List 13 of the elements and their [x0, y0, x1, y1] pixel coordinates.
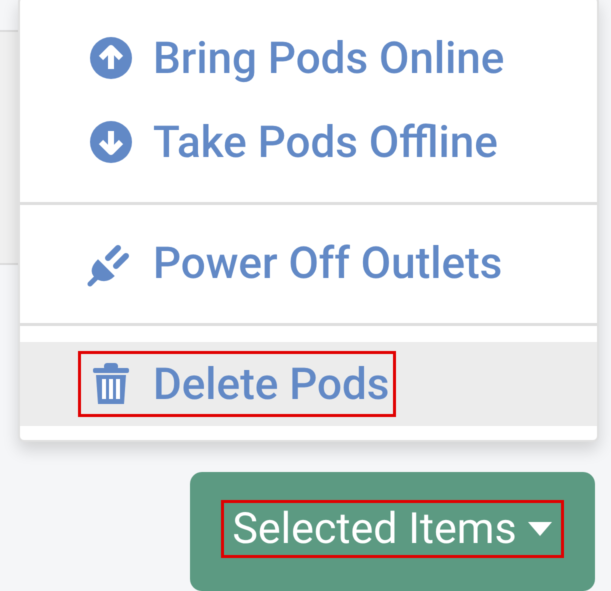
menu-item[interactable]: Delete Pods [20, 342, 597, 426]
menu-item-label: Take Pods Offline [153, 115, 498, 170]
menu-item[interactable]: Power Off Outlets [20, 221, 597, 305]
menu-item[interactable]: Take Pods Offline [20, 100, 597, 184]
menu-item-label: Power Off Outlets [153, 236, 502, 291]
selected-items-button[interactable]: Selected Items [190, 472, 595, 591]
arrow-down-circle-icon [89, 120, 133, 164]
caret-down-icon [526, 521, 553, 537]
menu-item[interactable]: Bring Pods Online [20, 16, 597, 100]
arrow-up-circle-icon [89, 36, 133, 80]
menu-item-label: Delete Pods [153, 357, 390, 412]
trash-icon [91, 362, 131, 406]
menu-item-label: Bring Pods Online [153, 31, 504, 86]
